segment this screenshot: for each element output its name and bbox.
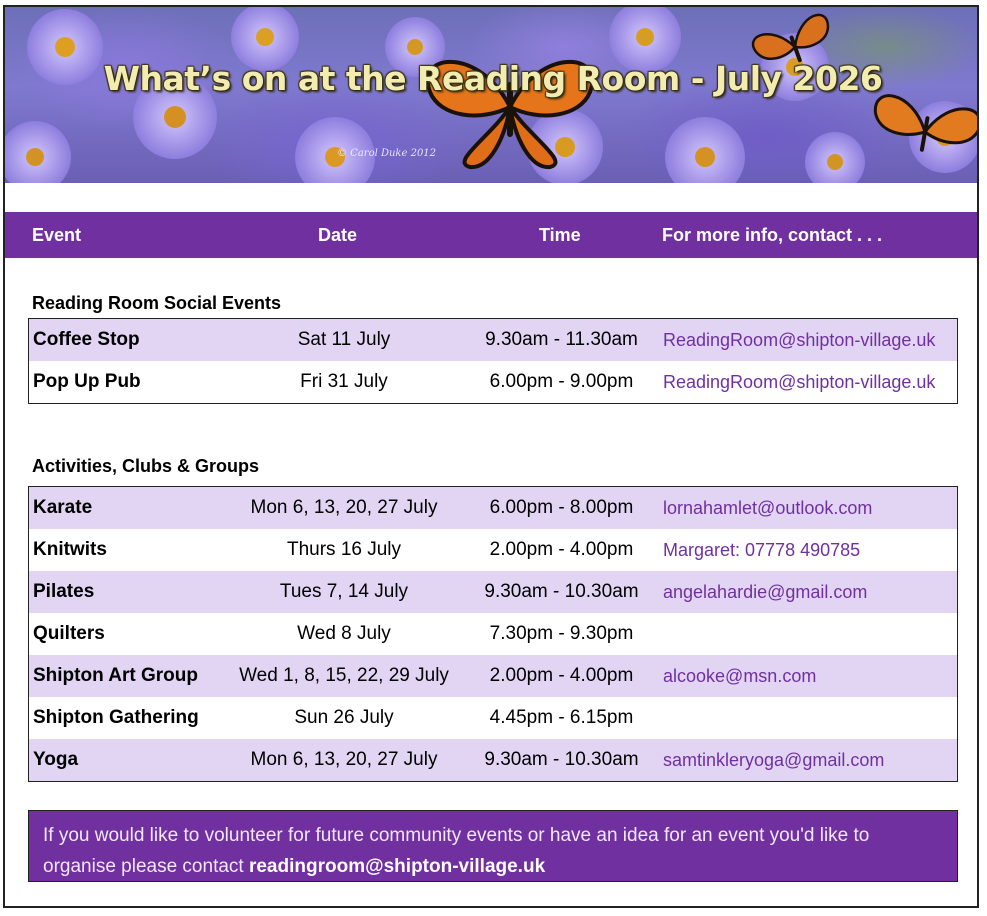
table-row: Shipton Gathering Sun 26 July 4.45pm - 6… <box>29 697 957 739</box>
event-name: Karate <box>33 497 93 518</box>
event-name: Shipton Gathering <box>33 707 199 728</box>
event-date: Sun 26 July <box>294 707 394 728</box>
event-contact[interactable]: alcooke@msn.com <box>663 666 816 687</box>
table-row: Shipton Art Group Wed 1, 8, 15, 22, 29 J… <box>29 655 957 697</box>
event-time: 6.00pm - 8.00pm <box>489 497 634 518</box>
event-time: 9.30am - 10.30am <box>484 581 639 602</box>
event-name: Pilates <box>33 581 95 602</box>
event-date: Mon 6, 13, 20, 27 July <box>250 497 438 518</box>
banner-image: What’s on at the Reading Room - July 202… <box>5 7 977 183</box>
section-title-activities: Activities, Clubs & Groups <box>32 456 260 476</box>
column-header-date: Date <box>318 225 358 245</box>
social-events-table: Coffee Stop Sat 11 July 9.30am - 11.30am… <box>28 318 958 404</box>
event-time: 2.00pm - 4.00pm <box>489 539 634 560</box>
event-name: Coffee Stop <box>33 329 140 350</box>
event-contact[interactable]: lornahamlet@outlook.com <box>663 498 872 519</box>
event-contact: Margaret: 07778 490785 <box>663 540 861 560</box>
table-row: Pilates Tues 7, 14 July 9.30am - 10.30am… <box>29 571 957 613</box>
event-time: 9.30am - 11.30am <box>485 329 638 350</box>
event-date: Wed 8 July <box>297 623 391 644</box>
column-header-contact: For more info, contact . . . <box>662 225 883 245</box>
event-contact[interactable]: ReadingRoom@shipton-village.uk <box>663 330 935 351</box>
photo-credit: © Carol Duke 2012 <box>337 148 437 159</box>
event-name: Shipton Art Group <box>33 665 198 686</box>
page-title: What’s on at the Reading Room - July 202… <box>103 59 883 98</box>
column-header-event: Event <box>32 225 82 245</box>
table-row: Yoga Mon 6, 13, 20, 27 July 9.30am - 10.… <box>29 739 957 781</box>
section-title-social: Reading Room Social Events <box>32 293 282 313</box>
event-time: 6.00pm - 9.00pm <box>489 371 634 392</box>
table-row: Karate Mon 6, 13, 20, 27 July 6.00pm - 8… <box>29 487 957 529</box>
table-row: Coffee Stop Sat 11 July 9.30am - 11.30am… <box>29 319 957 361</box>
event-date: Thurs 16 July <box>286 539 402 560</box>
volunteer-email-link[interactable]: readingroom@shipton-village.uk <box>249 856 545 877</box>
event-time: 9.30am - 10.30am <box>484 749 639 770</box>
table-header: Event Date Time For more info, contact .… <box>5 212 977 258</box>
event-time: 7.30pm - 9.30pm <box>489 623 634 644</box>
event-date: Tues 7, 14 July <box>279 581 409 602</box>
event-name: Knitwits <box>33 539 107 560</box>
volunteer-callout: If you would like to volunteer for futur… <box>28 810 958 882</box>
table-row: Knitwits Thurs 16 July 2.00pm - 4.00pm M… <box>29 529 957 571</box>
event-contact[interactable]: ReadingRoom@shipton-village.uk <box>663 372 935 393</box>
event-date: Sat 11 July <box>297 329 391 350</box>
event-name: Quilters <box>33 623 105 644</box>
column-header-time: Time <box>539 225 581 245</box>
poster-frame: What’s on at the Reading Room - July 202… <box>3 5 979 908</box>
table-row: Pop Up Pub Fri 31 July 6.00pm - 9.00pm R… <box>29 361 957 403</box>
event-contact[interactable]: angelahardie@gmail.com <box>663 582 867 603</box>
event-date: Fri 31 July <box>300 371 388 392</box>
activities-table: Karate Mon 6, 13, 20, 27 July 6.00pm - 8… <box>28 486 958 782</box>
event-date: Mon 6, 13, 20, 27 July <box>250 749 438 770</box>
event-time: 2.00pm - 4.00pm <box>489 665 634 686</box>
event-date: Wed 1, 8, 15, 22, 29 July <box>239 665 449 686</box>
event-name: Yoga <box>33 749 79 770</box>
table-row: Quilters Wed 8 July 7.30pm - 9.30pm <box>29 613 957 655</box>
event-time: 4.45pm - 6.15pm <box>489 707 634 728</box>
event-contact[interactable]: samtinkleryoga@gmail.com <box>663 750 884 771</box>
event-name: Pop Up Pub <box>33 371 141 392</box>
